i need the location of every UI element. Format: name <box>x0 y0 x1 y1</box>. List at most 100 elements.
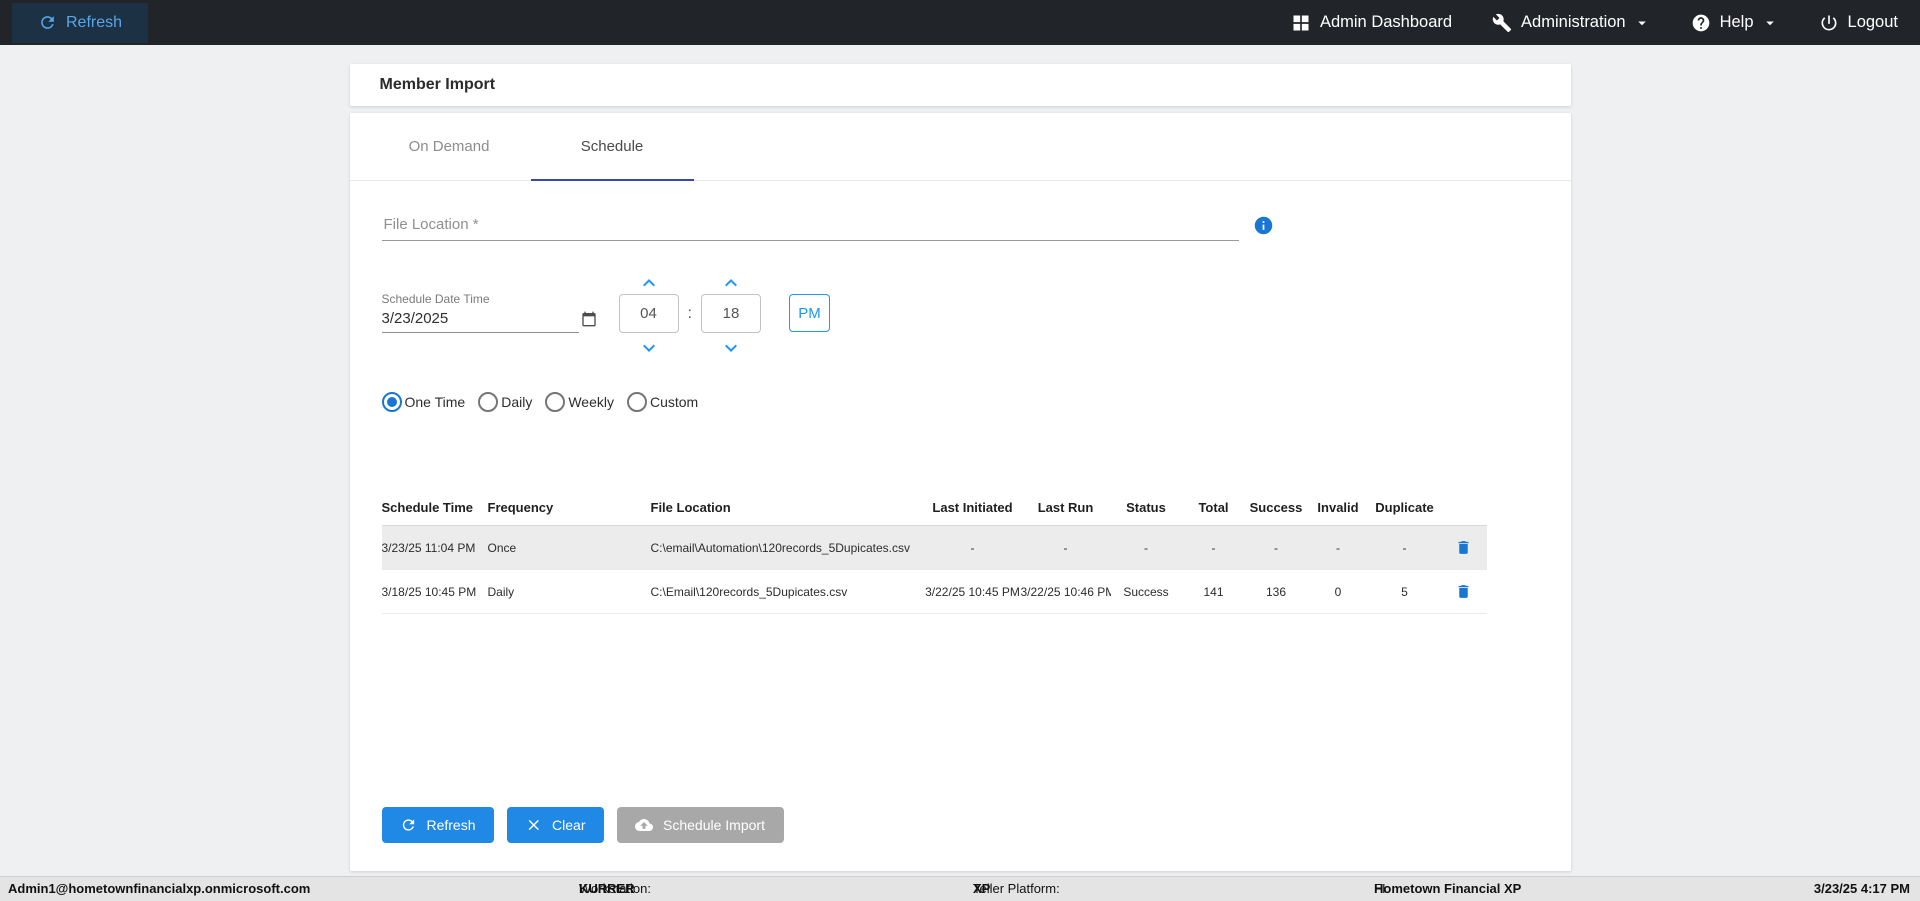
tab-on-demand[interactable]: On Demand <box>368 113 531 180</box>
schedule-import-button[interactable]: Schedule Import <box>616 807 784 843</box>
fi-value: Hometown Financial XP <box>1374 881 1522 896</box>
topbar-menu: Admin Dashboard Administration Help Logo… <box>1291 13 1898 33</box>
delete-schedule-button[interactable] <box>1453 537 1474 558</box>
cell-last-initiated: - <box>970 540 975 555</box>
frequency-radio-weekly[interactable]: Weekly <box>545 392 614 412</box>
column-header: Total <box>1198 500 1229 515</box>
column-header: Schedule Time <box>381 500 474 515</box>
hour-spinner <box>618 271 679 356</box>
dashboard-icon <box>1293 15 1309 30</box>
cell-last-run: - <box>1063 540 1068 555</box>
clear-button[interactable]: Clear <box>506 807 604 843</box>
date-input[interactable] <box>381 310 581 327</box>
cell-invalid: 0 <box>1334 584 1342 599</box>
page-container: Member Import On Demand Schedule Sched <box>349 64 1571 871</box>
logged-in-user: Admin1@hometownfinancialxp.onmicrosoft.c… <box>8 881 311 896</box>
topbar-refresh-button[interactable]: Refresh <box>12 2 149 43</box>
nav-help[interactable]: Help <box>1691 13 1779 33</box>
nav-admin-dashboard[interactable]: Admin Dashboard <box>1291 13 1452 33</box>
column-header: Success <box>1249 500 1303 515</box>
nav-administration[interactable]: Administration <box>1492 13 1651 33</box>
radio-label: One Time <box>404 394 466 410</box>
radio-label: Weekly <box>568 394 614 410</box>
file-location-row <box>381 209 1539 241</box>
workstation-value: KURRER <box>579 881 635 896</box>
form-actions: Refresh Clear Schedule Import <box>381 807 1539 843</box>
hour-input[interactable] <box>618 294 679 333</box>
table-header-row: Schedule Time Frequency File Location La… <box>381 490 1487 526</box>
cell-schedule-time: 3/23/25 11:04 PM <box>381 540 476 555</box>
calendar-picker-button[interactable] <box>581 311 597 327</box>
refresh-icon <box>402 819 414 831</box>
radio-icon <box>381 392 402 412</box>
tab-on-demand-label: On Demand <box>408 138 490 155</box>
table-row: 3/23/25 11:04 PM Once C:\email\Automatio… <box>381 526 1487 570</box>
clear-button-label: Clear <box>552 817 586 833</box>
chevron-down-icon <box>724 344 737 352</box>
chevron-down-icon <box>642 344 655 352</box>
file-location-info-button[interactable] <box>1253 215 1274 236</box>
close-icon <box>528 819 539 831</box>
minute-increment-button[interactable] <box>719 271 743 291</box>
tab-bar: On Demand Schedule <box>349 113 1571 181</box>
column-header: Frequency <box>487 500 554 515</box>
frequency-radio-group: One Time Daily Weekly Custom <box>381 392 1539 412</box>
schedule-tab-panel: Schedule Date Time <box>350 209 1571 843</box>
cell-last-initiated: 3/22/25 10:45 PM <box>925 584 1020 599</box>
chevron-down-icon <box>1637 21 1646 25</box>
page-title: Member Import <box>379 76 496 93</box>
status-bar: Admin1@hometownfinancialxp.onmicrosoft.c… <box>0 876 1920 901</box>
date-input-wrap <box>381 306 596 333</box>
refresh-icon <box>38 13 57 32</box>
cell-frequency: Once <box>487 540 517 555</box>
cell-total: 141 <box>1203 584 1224 599</box>
member-import-card: On Demand Schedule Schedule Date Time <box>349 113 1571 871</box>
top-navigation-bar: Refresh Admin Dashboard Administration H… <box>0 0 1920 45</box>
wrench-icon <box>1492 13 1512 32</box>
cell-total: - <box>1211 540 1216 555</box>
topbar-refresh-label: Refresh <box>66 13 123 31</box>
cell-success: 136 <box>1265 584 1287 599</box>
hour-increment-button[interactable] <box>637 271 661 291</box>
minute-decrement-button[interactable] <box>719 336 743 356</box>
chevron-down-icon <box>1765 21 1774 25</box>
nav-help-label: Help <box>1719 13 1754 31</box>
radio-label: Daily <box>501 394 533 410</box>
cell-invalid: - <box>1336 540 1340 555</box>
schedule-datetime-label: Schedule Date Time <box>381 292 490 306</box>
cell-last-run: 3/22/25 10:46 PM <box>1020 584 1111 599</box>
file-location-input[interactable] <box>381 209 1239 241</box>
minute-input[interactable] <box>700 294 761 333</box>
cell-status: Success <box>1123 584 1169 599</box>
frequency-radio-daily[interactable]: Daily <box>478 392 532 412</box>
schedules-table: Schedule Time Frequency File Location La… <box>381 490 1487 614</box>
schedule-datetime-row: Schedule Date Time 3/23/2025 04: 18 PM <box>381 271 1539 356</box>
radio-label: Custom <box>649 394 699 410</box>
schedule-date-field: Schedule Date Time <box>381 292 596 333</box>
nav-logout-label: Logout <box>1847 13 1898 31</box>
help-icon <box>1692 14 1709 31</box>
meridiem-toggle-button[interactable]: PM <box>788 294 830 332</box>
nav-logout[interactable]: Logout <box>1819 13 1898 33</box>
cell-duplicate: 5 <box>1401 584 1408 599</box>
frequency-radio-one-time[interactable]: One Time <box>381 392 466 412</box>
column-header: Status <box>1126 500 1166 515</box>
cell-frequency: Daily <box>487 584 515 599</box>
radio-icon <box>626 392 647 412</box>
info-icon <box>1254 216 1272 234</box>
frequency-radio-custom[interactable]: Custom <box>626 392 699 412</box>
tab-schedule[interactable]: Schedule <box>530 113 694 181</box>
delete-schedule-button[interactable] <box>1453 581 1474 602</box>
radio-icon <box>545 392 566 412</box>
refresh-button[interactable]: Refresh <box>381 807 494 843</box>
minute-spinner <box>700 271 761 356</box>
cloud-upload-icon <box>635 819 654 831</box>
column-header: Last Run <box>1037 500 1094 515</box>
cell-file-location: C:\Email\120records_5Dupicates.csv <box>650 584 848 599</box>
status-datetime: 3/23/25 4:17 PM <box>1813 881 1910 896</box>
column-header: Last Initiated <box>932 500 1013 515</box>
chevron-up-icon <box>642 279 655 287</box>
time-picker: : PM <box>618 271 830 356</box>
cell-status: - <box>1144 540 1148 555</box>
hour-decrement-button[interactable] <box>637 336 661 356</box>
